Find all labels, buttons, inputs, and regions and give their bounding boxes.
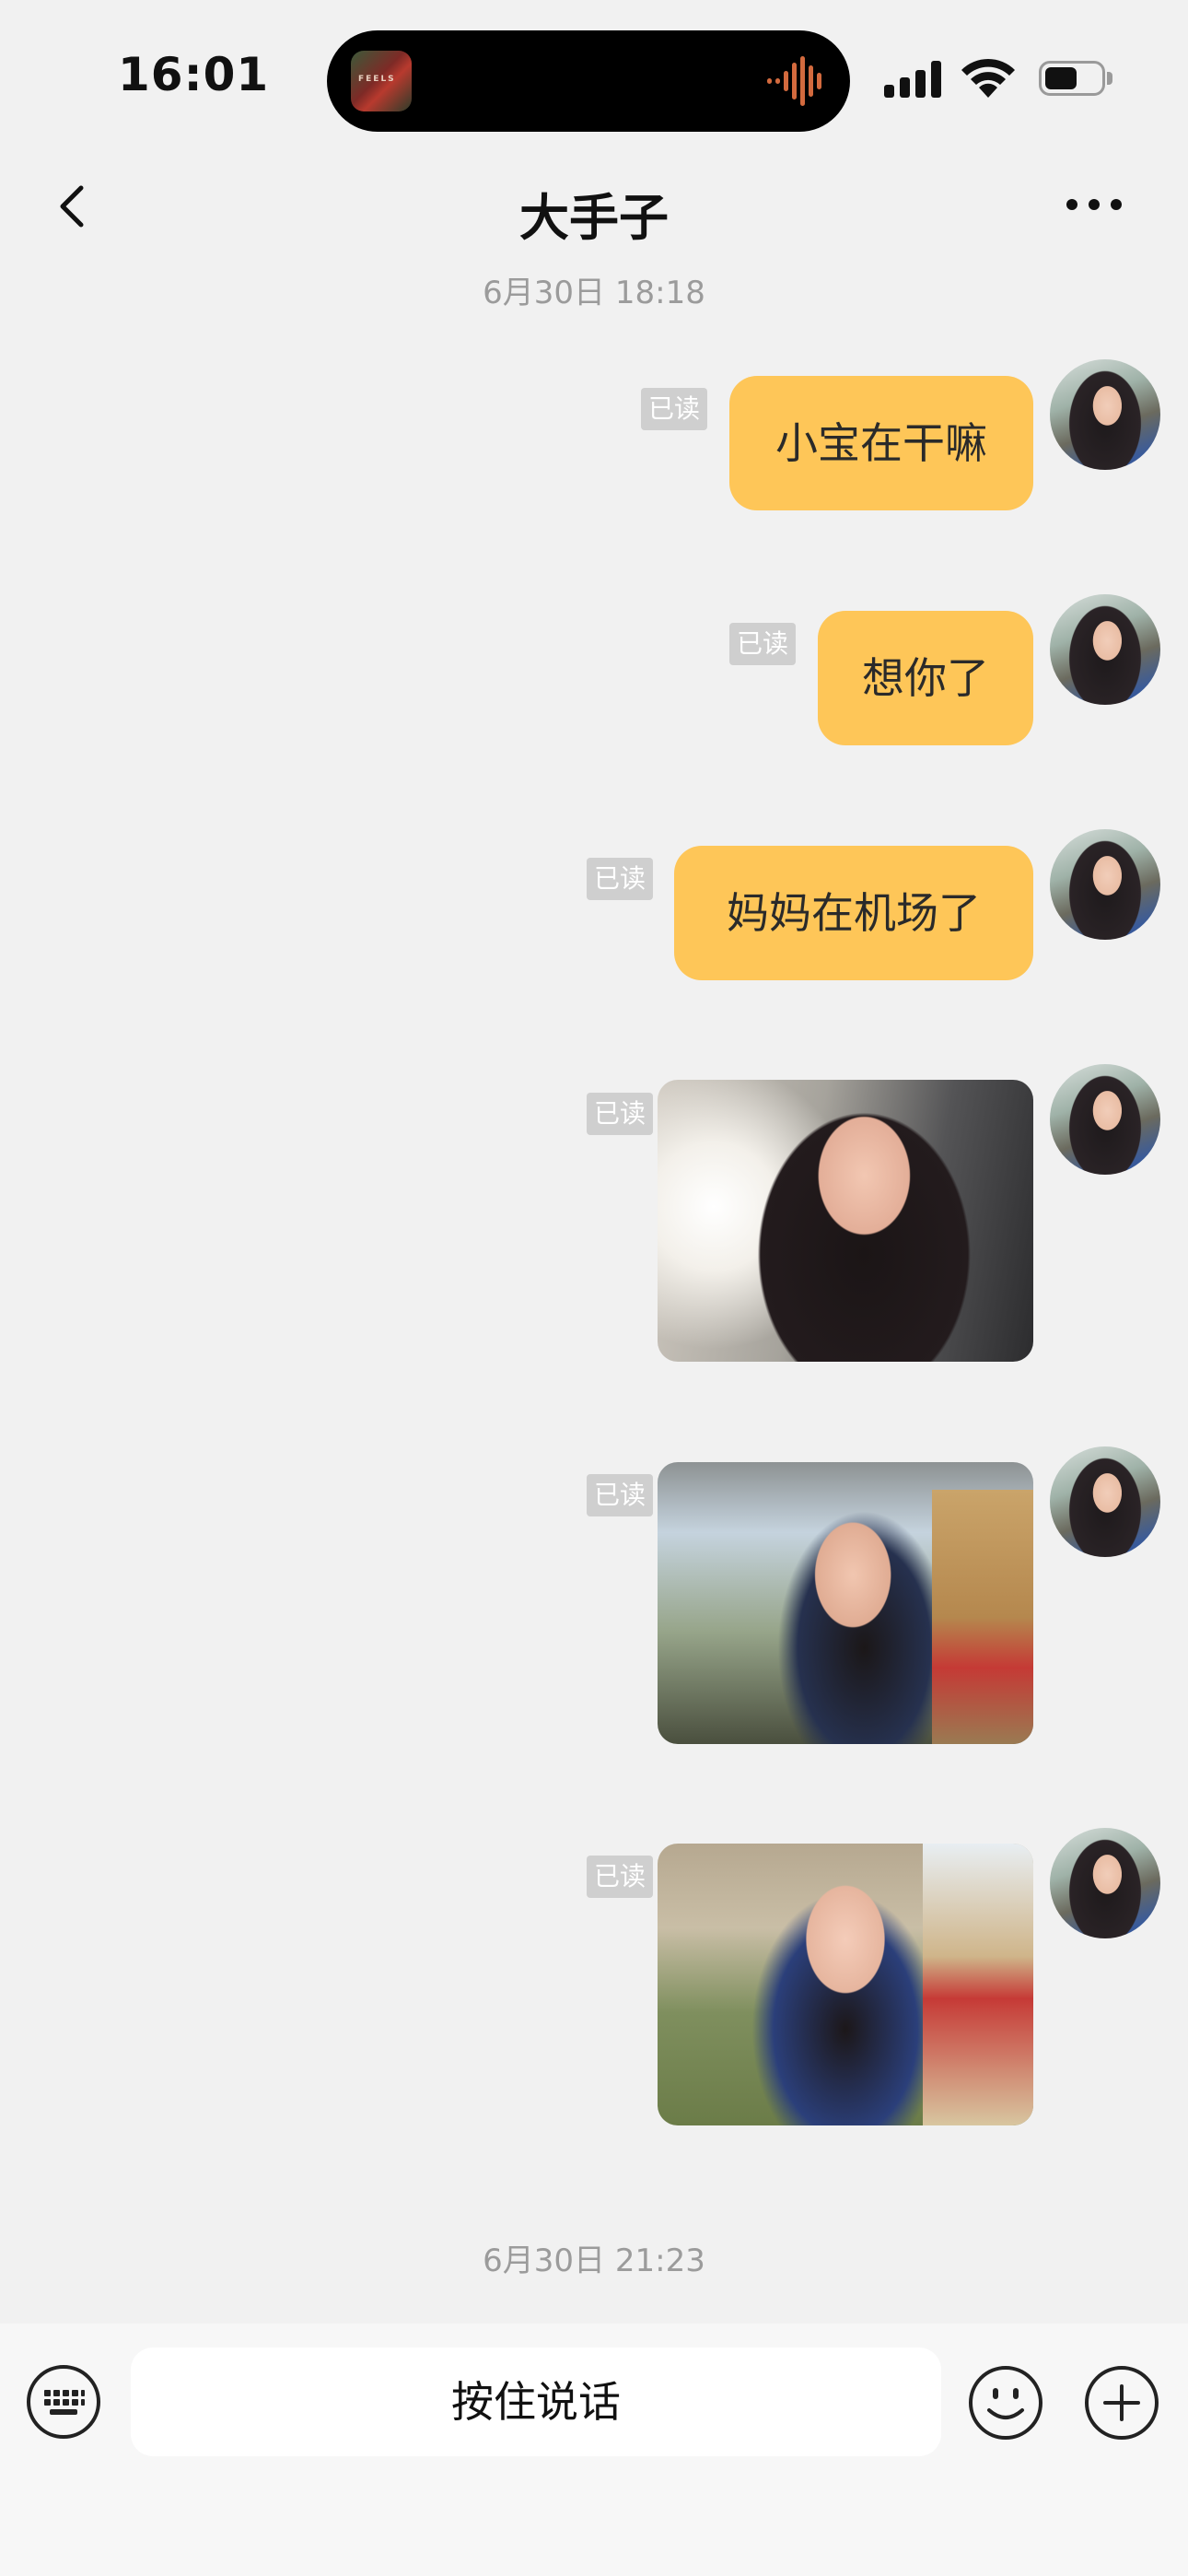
message-timestamp: 6月30日 18:18 [483,275,705,311]
status-time: 16:01 [118,48,270,101]
battery-icon [1039,61,1114,98]
avatar[interactable] [1050,1446,1160,1557]
read-receipt-label: 已读 [587,1474,654,1516]
avatar[interactable] [1050,1828,1160,1938]
avatar[interactable] [1050,594,1160,705]
more-options-icon[interactable] [1065,186,1124,223]
plus-icon[interactable] [1083,2364,1160,2441]
avatar[interactable] [1050,829,1160,940]
audio-waveform-icon [767,56,822,106]
read-receipt-label: 已读 [587,1093,654,1135]
album-art-text: FEELS [358,75,396,84]
read-receipt-label: 已读 [641,388,708,430]
now-playing-album-art[interactable]: FEELS [351,51,412,111]
chat-header: 大手子 [0,166,1188,249]
read-receipt-label: 已读 [587,858,654,900]
emoji-icon[interactable] [967,2364,1044,2441]
chat-title: 大手子 [519,189,669,247]
chat-message-bubble[interactable]: 想你了 [818,611,1033,745]
keyboard-icon[interactable] [26,2364,101,2440]
status-bar: 16:01 FEELS [0,0,1188,147]
chat-image-message[interactable] [658,1462,1033,1744]
avatar[interactable] [1050,359,1160,470]
cellular-signal-icon [884,61,945,98]
chat-image-message[interactable] [658,1080,1033,1362]
hold-to-talk-button[interactable]: 按住说话 [131,2348,941,2456]
chat-message-bubble[interactable]: 小宝在干嘛 [729,376,1033,510]
dynamic-island[interactable]: FEELS [327,30,850,132]
read-receipt-label: 已读 [729,623,797,665]
read-receipt-label: 已读 [587,1856,654,1898]
message-timestamp: 6月30日 21:23 [483,2242,705,2279]
chat-image-message[interactable] [658,1844,1033,2125]
chat-input-bar: 按住说话 [0,2324,1188,2576]
wifi-icon [961,58,1015,98]
avatar[interactable] [1050,1064,1160,1175]
chat-message-bubble[interactable]: 妈妈在机场了 [674,846,1033,980]
